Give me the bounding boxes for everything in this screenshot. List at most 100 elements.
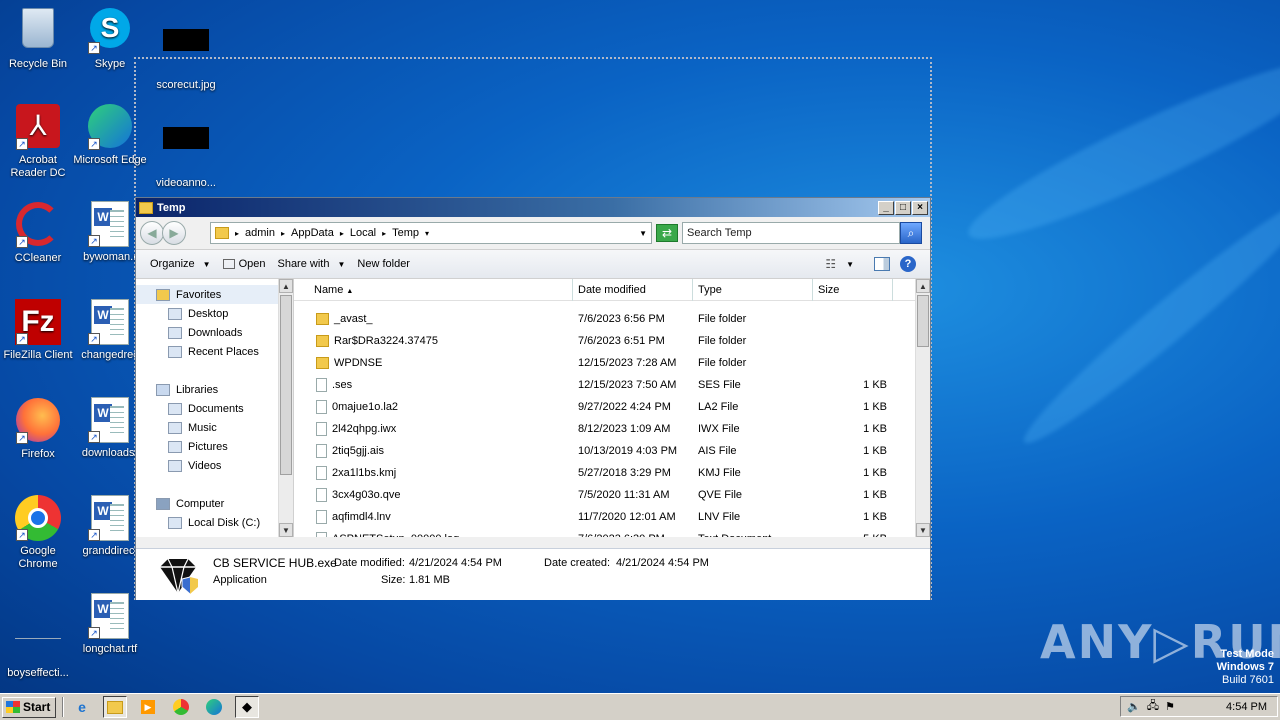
file-name: 2xa1l1bs.kmj xyxy=(332,467,397,479)
nav-item-videos[interactable]: Videos xyxy=(136,456,293,475)
breadcrumb-temp[interactable]: Temp xyxy=(392,227,419,239)
desktop-icon[interactable]: ↗ CCleaner xyxy=(0,200,76,265)
nav-item-local-disk-c-[interactable]: Local Disk (C:) xyxy=(136,513,293,532)
search-input[interactable]: Search Temp xyxy=(682,222,900,244)
scroll-thumb[interactable] xyxy=(917,295,929,347)
explorer-taskbar-button[interactable] xyxy=(103,696,127,718)
scroll-down-button[interactable]: ▼ xyxy=(279,523,293,537)
shortcut-arrow-icon: ↗ xyxy=(88,431,100,443)
file-row[interactable]: _avast_ 7/6/2023 6:56 PM File folder xyxy=(294,308,930,330)
chevron-right-icon[interactable]: ▸ xyxy=(382,229,386,238)
chevron-right-icon[interactable]: ▾ xyxy=(425,229,429,238)
file-row[interactable]: Rar$DRa3224.37475 7/6/2023 6:51 PM File fo… xyxy=(294,330,930,352)
desktop-icon-label: CCleaner xyxy=(14,252,62,264)
forward-button[interactable]: ▶ xyxy=(162,221,186,245)
file-name: WPDNSE xyxy=(334,357,383,369)
network-icon[interactable]: 🖧 xyxy=(1147,697,1159,716)
file-date: 7/6/2023 6:51 PM xyxy=(578,335,665,347)
column-type[interactable]: Type xyxy=(693,279,813,301)
chrome-icon[interactable] xyxy=(169,696,193,718)
refresh-button[interactable]: ⇄ xyxy=(656,224,678,242)
file-date: 12/15/2023 7:50 AM xyxy=(578,379,677,391)
desktop-icon[interactable]: boyseffecti... xyxy=(0,592,76,680)
nav-item-pictures[interactable]: Pictures xyxy=(136,437,293,456)
desktop-icon[interactable]: Fz ↗ FileZilla Client xyxy=(0,298,76,362)
preview-pane-icon[interactable] xyxy=(874,257,890,271)
scroll-down-button[interactable]: ▼ xyxy=(916,523,930,537)
nav-item-downloads[interactable]: Downloads xyxy=(136,323,293,342)
file-row[interactable]: 2xa1l1bs.kmj 5/27/2018 3:29 PM KMJ File 1 K… xyxy=(294,462,930,484)
file-icon xyxy=(316,510,327,524)
folder-icon xyxy=(316,357,329,369)
chevron-right-icon[interactable]: ▸ xyxy=(340,229,344,238)
help-icon[interactable]: ? xyxy=(900,256,916,272)
action-center-flag-icon[interactable]: ⚑ xyxy=(1165,700,1175,713)
edge-icon[interactable] xyxy=(202,696,226,718)
open-button[interactable]: Open xyxy=(217,253,272,275)
nav-item-label: Pictures xyxy=(188,440,228,453)
desktop-icon[interactable]: ⅄ ↗ Acrobat Reader DC xyxy=(0,102,76,180)
column-size[interactable]: Size xyxy=(813,279,893,301)
chevron-right-icon[interactable]: ▸ xyxy=(281,229,285,238)
scroll-thumb[interactable] xyxy=(280,295,292,475)
breadcrumb-admin[interactable]: admin xyxy=(245,227,275,239)
scroll-up-button[interactable]: ▲ xyxy=(279,279,293,293)
breadcrumb-appdata[interactable]: AppData xyxy=(291,227,334,239)
file-list-scrollbar[interactable]: ▲ ▼ xyxy=(915,279,930,537)
watermark-line2: Windows 7 xyxy=(1216,661,1274,673)
file-row[interactable]: .ses 12/15/2023 7:50 AM SES File 1 KB xyxy=(294,374,930,396)
title-bar[interactable]: Temp _ □ × xyxy=(136,198,930,217)
desktop-icon[interactable]: ↗ Google Chrome xyxy=(0,494,76,571)
new-folder-button[interactable]: New folder xyxy=(351,253,416,275)
file-row[interactable]: 0majue1o.la2 9/27/2022 4:24 PM LA2 File 1 K… xyxy=(294,396,930,418)
file-name: 3cx4g03o.qve xyxy=(332,489,401,501)
media-player-icon[interactable]: ▶ xyxy=(136,696,160,718)
breadcrumb-local[interactable]: Local xyxy=(350,227,376,239)
back-button[interactable]: ◀ xyxy=(140,221,164,245)
column-name[interactable]: Name ▲ xyxy=(294,279,573,301)
nav-item-recent-places[interactable]: Recent Places xyxy=(136,342,293,361)
nav-item-documents[interactable]: Documents xyxy=(136,399,293,418)
minimize-button[interactable]: _ xyxy=(878,200,894,215)
cb-service-hub-taskbar-button[interactable]: ◆ xyxy=(235,696,259,718)
clock[interactable]: 4:54 PM xyxy=(1226,701,1277,713)
nav-group-favorites[interactable]: Favorites xyxy=(136,285,293,304)
nav-item-desktop[interactable]: Desktop xyxy=(136,304,293,323)
nav-group-label: Computer xyxy=(176,497,225,510)
column-date-modified[interactable]: Date modified xyxy=(573,279,693,301)
speaker-icon[interactable]: 🔈 xyxy=(1127,700,1141,713)
system-tray: 🔈 🖧 ⚑ 4:54 PM xyxy=(1120,696,1278,717)
start-button[interactable]: Start xyxy=(2,696,56,718)
view-options-icon[interactable]: ☷ xyxy=(825,257,836,271)
search-placeholder: Search Temp xyxy=(687,227,752,239)
desktop-icon[interactable]: W ↗ longchat.rtf xyxy=(72,592,148,656)
file-row[interactable]: WPDNSE 12/15/2023 7:28 AM File folder xyxy=(294,352,930,374)
nav-group-libraries[interactable]: Libraries xyxy=(136,380,293,399)
file-list[interactable]: Name ▲ Date modified Type Size _avast_ 7/… xyxy=(294,279,930,537)
file-row[interactable]: ASPNETSetup_00000.log 7/6/2023 6:30 PMTex… xyxy=(294,528,930,537)
file-row[interactable]: 3cx4g03o.qve 7/5/2020 11:31 AM QVE File 1 K… xyxy=(294,484,930,506)
file-type: AIS File xyxy=(698,445,737,457)
ie-icon[interactable]: e xyxy=(70,696,94,718)
file-type: File folder xyxy=(698,335,747,347)
chevron-down-icon[interactable]: ▼ xyxy=(639,229,647,238)
watermark-line3: Build 7601 xyxy=(1222,674,1274,686)
organize-button[interactable]: Organize ▼ xyxy=(144,253,217,275)
search-icon[interactable]: ⌕ xyxy=(900,222,922,244)
close-button[interactable]: × xyxy=(912,200,928,215)
chevron-down-icon[interactable]: ▼ xyxy=(846,260,854,269)
scroll-up-button[interactable]: ▲ xyxy=(916,279,930,293)
nav-item-music[interactable]: Music xyxy=(136,418,293,437)
address-bar[interactable]: ▸ admin ▸ AppData ▸ Local ▸ Temp ▾ ▼ xyxy=(210,222,652,244)
desktop-icon[interactable]: ↗ Firefox xyxy=(0,396,76,461)
maximize-button[interactable]: □ xyxy=(895,200,911,215)
file-row[interactable]: aqfimdl4.lnv 11/7/2020 12:01 AM LNV File 1 … xyxy=(294,506,930,528)
nav-scrollbar[interactable]: ▲ ▼ xyxy=(278,279,293,537)
explorer-window[interactable]: Temp _ □ × ◀ ▶ ▸ admin ▸ AppData ▸ Local… xyxy=(135,197,931,600)
navigation-pane[interactable]: Favorites Desktop Downloads Recent Places Li… xyxy=(136,279,294,537)
file-row[interactable]: 2tiq5gjj.ais 10/13/2019 4:03 PM AIS File 1 … xyxy=(294,440,930,462)
share-with-button[interactable]: Share with ▼ xyxy=(271,253,351,275)
desktop-icon[interactable]: Recycle Bin xyxy=(0,4,76,71)
file-row[interactable]: 2l42qhpg.iwx 8/12/2023 1:09 AM IWX File 1 K… xyxy=(294,418,930,440)
nav-group-computer[interactable]: Computer xyxy=(136,494,293,513)
